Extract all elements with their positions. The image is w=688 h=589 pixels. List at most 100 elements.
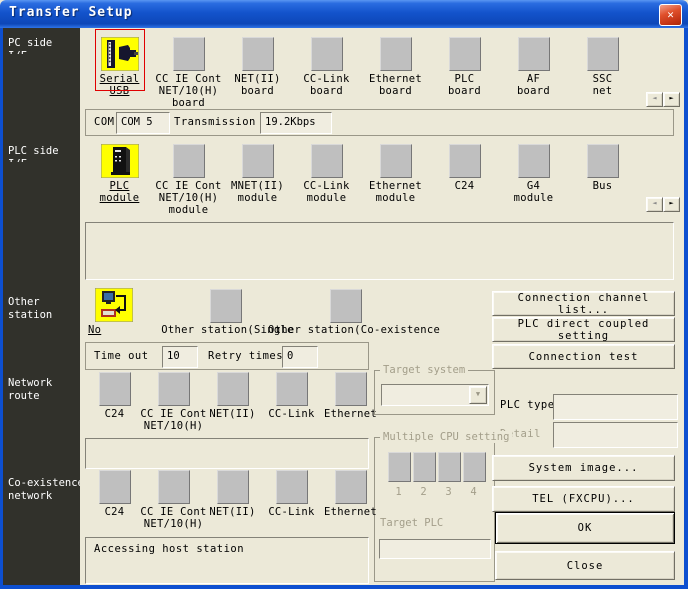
module-button-icon (311, 144, 343, 178)
target-plc-label: Target PLC (380, 517, 443, 529)
route-button-icon (158, 372, 190, 406)
plc-item-label: Ethernet module (369, 180, 422, 204)
network-route-cclink[interactable]: CC-Link (262, 372, 321, 432)
title-bar[interactable]: Transfer Setup ✕ (0, 0, 688, 28)
network-route-net2[interactable]: NET(II) (203, 372, 262, 432)
system-image-button[interactable]: System image... (492, 455, 675, 481)
coexistence-cclink[interactable]: CC-Link (262, 470, 321, 530)
connection-test-button[interactable]: Connection test (492, 344, 675, 369)
plc-item-label: MNET(II) module (231, 180, 284, 204)
route-button-icon (335, 372, 367, 406)
plc-item-mnet2-module[interactable]: MNET(II) module (223, 138, 292, 216)
status-panel: Accessing host station (85, 537, 369, 584)
pc-item-label: Ethernet board (369, 73, 422, 97)
network-route-label: C24 (105, 408, 125, 420)
pc-item-af-board[interactable]: AF board (499, 31, 568, 109)
pc-row-scroll-right-icon[interactable]: ► (663, 92, 680, 107)
cpu-slot-1-label: 1 (388, 486, 409, 498)
tel-fxcpu-button[interactable]: TEL (FXCPU)... (492, 486, 675, 512)
cpu-slot-4-label: 4 (463, 486, 484, 498)
target-system-group: Target system ▼ (374, 370, 495, 415)
pc-item-cclink-board[interactable]: CC-Link board (292, 31, 361, 109)
pc-item-plc-board[interactable]: PLC board (430, 31, 499, 109)
plc-module-icon (101, 144, 139, 178)
pc-item-serial-usb[interactable]: Serial USB (85, 31, 154, 109)
network-route-label: Ethernet (324, 408, 377, 420)
module-button-icon (242, 144, 274, 178)
transmission-speed-field[interactable]: 19.2Kbps (260, 112, 332, 134)
plc-item-g4-module[interactable]: G4 module (499, 138, 568, 216)
coexistence-ccie[interactable]: CC IE Cont NET/10(H) (144, 470, 203, 530)
network-route-ethernet[interactable]: Ethernet (321, 372, 380, 432)
route-button-icon (217, 372, 249, 406)
pc-item-net2-board[interactable]: NET(II) board (223, 31, 292, 109)
sidebar-item-plc-side: PLC side I/F (8, 145, 59, 162)
network-route-ccie[interactable]: CC IE Cont NET/10(H) (144, 372, 203, 432)
board-button-icon (587, 37, 619, 71)
cpu-slot-2-button (413, 452, 436, 482)
module-button-icon (449, 144, 481, 178)
other-station-no-label: No (88, 324, 101, 336)
coexistence-c24[interactable]: C24 (85, 470, 144, 530)
plc-item-label: PLC module (100, 180, 140, 204)
window-title: Transfer Setup (9, 5, 133, 20)
plc-item-plc-module[interactable]: PLC module (85, 138, 154, 216)
plc-item-label: Bus (593, 180, 613, 192)
time-out-field[interactable]: 10 (162, 346, 198, 368)
plc-side-row: PLC module CC IE Cont NET/10(H) module M… (85, 138, 637, 216)
pc-item-label: NET(II) board (234, 73, 280, 97)
target-system-title: Target system (380, 364, 468, 376)
plc-direct-coupled-setting-button[interactable]: PLC direct coupled setting (492, 317, 675, 342)
detail-field (553, 422, 678, 448)
com-settings-group: COM COM 5 Transmission 19.2Kbps (85, 109, 674, 136)
pc-item-ccie-board[interactable]: CC IE Cont NET/10(H) board (154, 31, 223, 109)
other-station-single-button[interactable] (210, 289, 242, 323)
pc-item-label: PLC board (448, 73, 481, 97)
other-station-coexistence-button[interactable] (330, 289, 362, 323)
sidebar-item-coexistence-network: Co-existence network (8, 477, 80, 503)
board-button-icon (242, 37, 274, 71)
close-button[interactable]: Close (495, 551, 675, 580)
pc-item-label: CC-Link board (303, 73, 349, 97)
plc-item-label: G4 module (514, 180, 554, 204)
plc-item-label: C24 (455, 180, 475, 192)
cpu-slot-3-button (438, 452, 461, 482)
target-system-dropdown: ▼ (381, 384, 489, 406)
coexistence-ethernet[interactable]: Ethernet (321, 470, 380, 530)
module-button-icon (518, 144, 550, 178)
timeout-group: Time out 10 Retry times 0 (85, 342, 369, 370)
coexistence-label: C24 (105, 506, 125, 518)
cpu-slot-1-button (388, 452, 411, 482)
network-route-row: C24 CC IE Cont NET/10(H) NET(II) CC-Link… (85, 372, 380, 432)
connection-channel-list-button[interactable]: Connection channel list... (492, 291, 675, 316)
plc-item-ccie-module[interactable]: CC IE Cont NET/10(H) module (154, 138, 223, 216)
pc-item-label: Serial USB (100, 73, 140, 97)
module-button-icon (587, 144, 619, 178)
plc-side-detail-panel (85, 222, 674, 280)
network-route-label: CC IE Cont NET/10(H) (140, 408, 206, 432)
plc-item-label: CC-Link module (303, 180, 349, 204)
network-route-detail-panel (85, 438, 369, 469)
coexistence-label: NET(II) (209, 506, 255, 518)
plc-row-scroll-left-icon: ◄ (646, 197, 663, 212)
plc-item-c24[interactable]: C24 (430, 138, 499, 216)
plc-item-ethernet-module[interactable]: Ethernet module (361, 138, 430, 216)
plc-row-scroll-right-icon[interactable]: ► (663, 197, 680, 212)
coexistence-net2[interactable]: NET(II) (203, 470, 262, 530)
pc-item-ssc-net[interactable]: SSC net (568, 31, 637, 109)
window-border-right (684, 28, 688, 586)
multiple-cpu-title: Multiple CPU setting (380, 431, 512, 443)
close-icon[interactable]: ✕ (659, 4, 682, 26)
other-station-coexistence-label: Other station(Co-existence (268, 324, 433, 336)
com-port-field[interactable]: COM 5 (116, 112, 170, 134)
retry-times-field[interactable]: 0 (282, 346, 318, 368)
plc-item-label: CC IE Cont NET/10(H) module (155, 180, 221, 216)
pc-item-ethernet-board[interactable]: Ethernet board (361, 31, 430, 109)
board-button-icon (311, 37, 343, 71)
board-button-icon (449, 37, 481, 71)
plc-item-bus[interactable]: Bus (568, 138, 637, 216)
other-station-no[interactable] (95, 288, 133, 325)
plc-item-cclink-module[interactable]: CC-Link module (292, 138, 361, 216)
network-route-c24[interactable]: C24 (85, 372, 144, 432)
ok-button[interactable]: OK (495, 512, 675, 544)
